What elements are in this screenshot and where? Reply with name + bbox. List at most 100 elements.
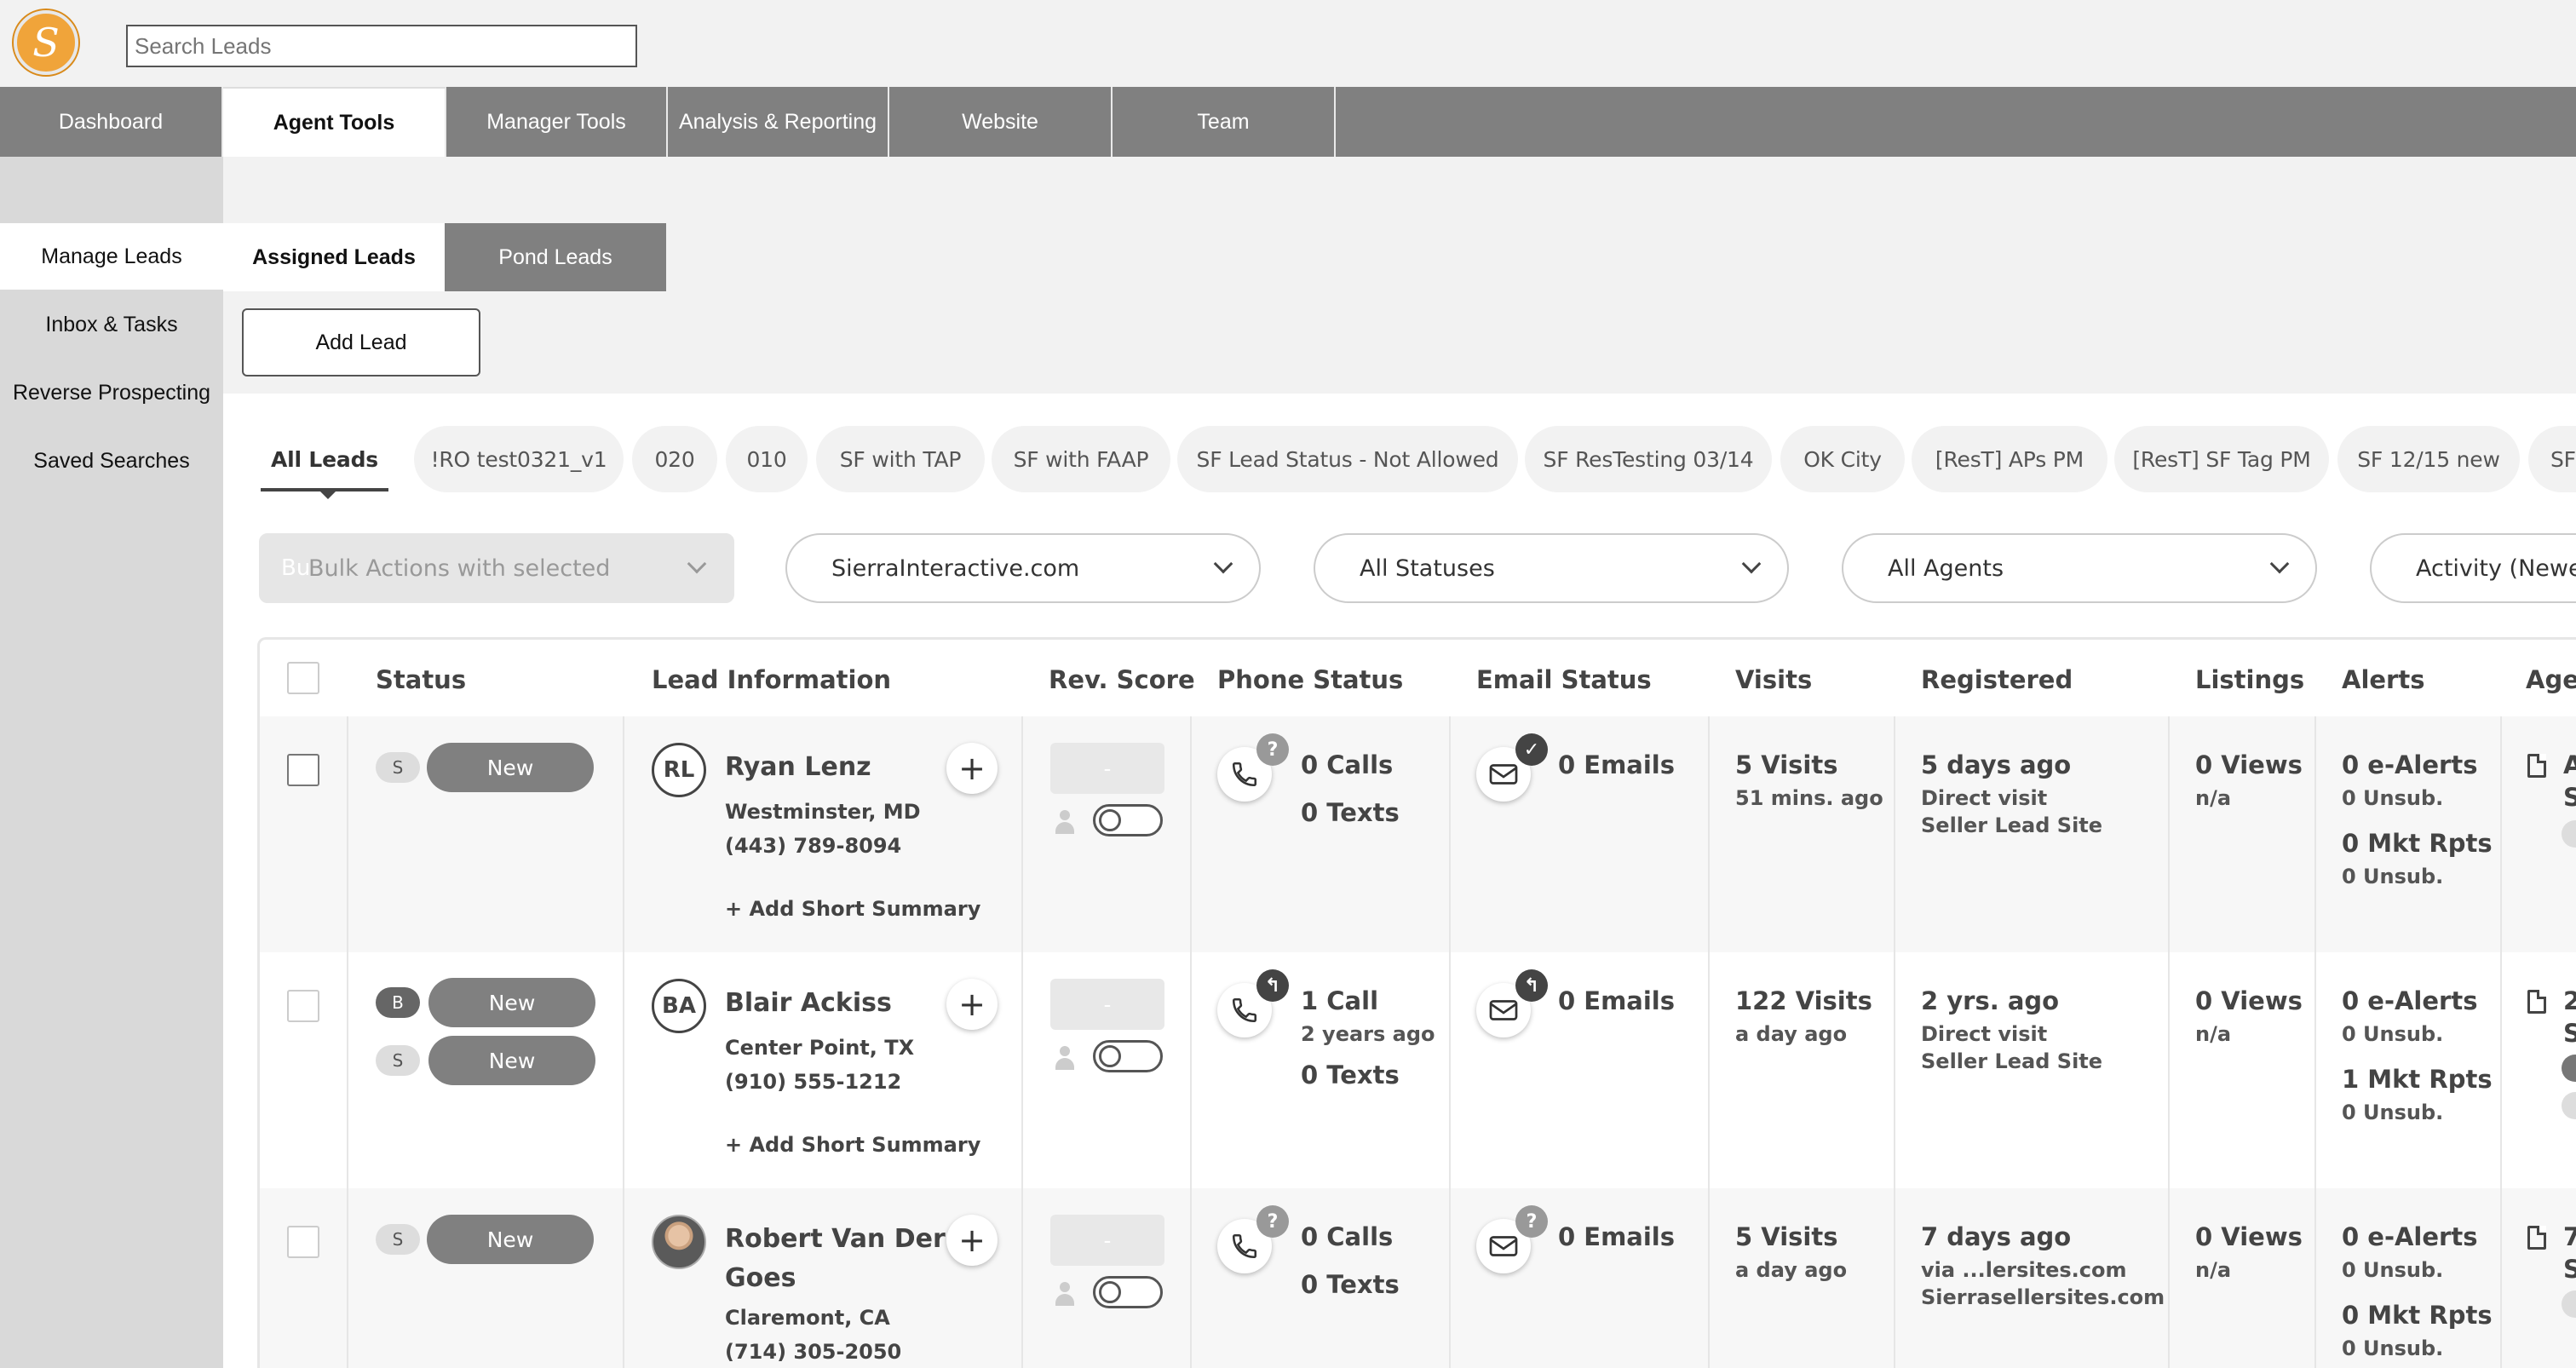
- market-reports-unsub: 0 Unsub.: [2342, 865, 2444, 888]
- lead-type-badge: B: [376, 987, 420, 1018]
- column-header-registered[interactable]: Registered: [1921, 665, 2073, 694]
- lead-type-badge: S: [376, 1224, 420, 1255]
- status-pill[interactable]: New: [427, 743, 594, 792]
- sidebar-item-reverse-prospecting[interactable]: Reverse Prospecting: [0, 359, 223, 426]
- status-pill[interactable]: New: [428, 1036, 595, 1085]
- sidebar-item-inbox-tasks[interactable]: Inbox & Tasks: [0, 291, 223, 358]
- listing-views-sub: n/a: [2195, 1258, 2232, 1282]
- column-header-alerts[interactable]: Alerts: [2342, 665, 2424, 694]
- add-lead-button[interactable]: Add Lead: [242, 308, 480, 376]
- column-header-email-status[interactable]: Email Status: [1476, 665, 1652, 694]
- last-visit-time: a day ago: [1735, 1258, 1848, 1282]
- sidebar-item-manage-leads[interactable]: Manage Leads: [0, 223, 223, 290]
- chip-saved-view[interactable]: 010: [726, 426, 808, 492]
- agent-sub-partial: S: [2563, 783, 2576, 812]
- agent-select[interactable]: All Agents: [1842, 533, 2317, 603]
- add-action-button[interactable]: +: [946, 979, 998, 1030]
- avatar: BA: [652, 979, 706, 1033]
- chip-saved-view[interactable]: SF Lead Status - Not Allowed: [1177, 426, 1518, 492]
- add-action-button[interactable]: +: [946, 1215, 998, 1266]
- listing-views: 0 Views: [2195, 1222, 2303, 1251]
- nav-tab-dashboard[interactable]: Dashboard: [0, 87, 223, 157]
- column-header-status[interactable]: Status: [376, 665, 466, 694]
- sort-select[interactable]: Activity (Newe: [2370, 533, 2576, 603]
- lead-name-continued[interactable]: Goes: [725, 1263, 796, 1293]
- rev-score-toggle[interactable]: [1093, 1040, 1163, 1072]
- texts-count: 0 Texts: [1301, 1270, 1400, 1299]
- phone-icon: [1232, 997, 1257, 1023]
- column-header-lead-information[interactable]: Lead Information: [652, 665, 891, 694]
- nav-tab-manager-tools[interactable]: Manager Tools: [446, 87, 668, 157]
- add-short-summary-link[interactable]: + Add Short Summary: [725, 1133, 980, 1157]
- nav-tab-analysis-reporting[interactable]: Analysis & Reporting: [668, 87, 889, 157]
- registration-site: Sierrasellersites.com: [1921, 1285, 2165, 1309]
- agent-name-partial: 2: [2563, 986, 2576, 1015]
- select-all-checkbox[interactable]: [287, 662, 319, 694]
- chip-all-leads[interactable]: All Leads: [261, 426, 388, 492]
- column-divider: [1708, 716, 1710, 1368]
- row-checkbox[interactable]: [287, 990, 319, 1022]
- emails-count: 0 Emails: [1558, 986, 1676, 1015]
- column-header-phone-status[interactable]: Phone Status: [1217, 665, 1403, 694]
- search-leads-input[interactable]: [126, 25, 637, 67]
- status-select[interactable]: All Statuses: [1314, 533, 1789, 603]
- rev-score-toggle[interactable]: [1093, 804, 1163, 836]
- lead-name[interactable]: Ryan Lenz: [725, 752, 871, 782]
- listing-views: 0 Views: [2195, 986, 2303, 1015]
- toggle-knob: [1099, 1045, 1121, 1067]
- website-select[interactable]: SierraInteractive.com: [785, 533, 1261, 603]
- column-header-agent[interactable]: Agen: [2526, 665, 2576, 694]
- status-pill[interactable]: New: [427, 1215, 594, 1264]
- lead-type-badge: S: [376, 752, 420, 783]
- leads-table: Status Lead Information Rev. Score Phone…: [257, 637, 2576, 1368]
- registration-source: Direct visit: [1921, 1022, 2048, 1046]
- outgoing-call-icon: ↰: [1256, 969, 1289, 1002]
- column-divider: [1021, 716, 1023, 1368]
- lead-location: Claremont, CA: [725, 1306, 890, 1330]
- tab-assigned-leads[interactable]: Assigned Leads: [223, 223, 445, 291]
- chip-saved-view[interactable]: !RO test0321_v1: [414, 426, 624, 492]
- column-header-visits[interactable]: Visits: [1735, 665, 1812, 694]
- chip-saved-view[interactable]: SF 12/15 new: [2337, 426, 2520, 492]
- person-icon: [1055, 1282, 1074, 1306]
- chip-saved-view[interactable]: OK City: [1780, 426, 1905, 492]
- add-short-summary-link[interactable]: + Add Short Summary: [725, 897, 980, 921]
- lead-name[interactable]: Blair Ackiss: [725, 988, 892, 1018]
- registration-site: Seller Lead Site: [1921, 1049, 2103, 1073]
- listing-views-sub: n/a: [2195, 1022, 2232, 1046]
- lead-name[interactable]: Robert Van Der: [725, 1224, 946, 1254]
- row-checkbox[interactable]: [287, 754, 319, 786]
- agent-sub-partial: S: [2563, 1019, 2576, 1048]
- status-pill[interactable]: New: [428, 978, 595, 1027]
- chip-saved-view[interactable]: [ResT] SF Tag PM: [2114, 426, 2329, 492]
- chip-saved-view[interactable]: SF ResTesting 03/14: [1525, 426, 1772, 492]
- chevron-down-icon: [2269, 554, 2290, 574]
- chip-saved-view[interactable]: [ResT] APs PM: [1912, 426, 2107, 492]
- sierra-logo[interactable]: S: [14, 10, 78, 75]
- row-checkbox[interactable]: [287, 1226, 319, 1258]
- nav-tab-agent-tools[interactable]: Agent Tools: [223, 87, 446, 157]
- sidebar-item-saved-searches[interactable]: Saved Searches: [0, 428, 223, 494]
- envelope-icon: [1489, 764, 1518, 785]
- registration-source: via ...lersites.com: [1921, 1258, 2127, 1282]
- emails-count: 0 Emails: [1558, 1222, 1676, 1251]
- bulk-actions-select[interactable]: Bu Bulk Actions with selected: [259, 533, 734, 603]
- listing-views: 0 Views: [2195, 750, 2303, 779]
- rev-score-value: -: [1050, 1215, 1164, 1266]
- nav-tab-website[interactable]: Website: [889, 87, 1113, 157]
- texts-count: 0 Texts: [1301, 1060, 1400, 1089]
- add-action-button[interactable]: +: [946, 743, 998, 794]
- lead-phone: (443) 789-8094: [725, 834, 902, 858]
- chip-saved-view[interactable]: SF with FAAP: [992, 426, 1170, 492]
- tab-pond-leads[interactable]: Pond Leads: [445, 223, 666, 291]
- column-header-rev-score[interactable]: Rev. Score: [1049, 665, 1195, 694]
- column-header-listings[interactable]: Listings: [2195, 665, 2304, 694]
- nav-tab-team[interactable]: Team: [1113, 87, 1336, 157]
- last-visit-time: a day ago: [1735, 1022, 1848, 1046]
- rev-score-toggle[interactable]: [1093, 1276, 1163, 1308]
- chip-saved-view[interactable]: 020: [632, 426, 717, 492]
- chip-saved-view[interactable]: SF with TAP: [816, 426, 985, 492]
- sidebar: Manage Leads Inbox & Tasks Reverse Prosp…: [0, 157, 223, 1368]
- outgoing-email-icon: ↰: [1515, 969, 1548, 1002]
- lead-phone: (910) 555-1212: [725, 1070, 902, 1094]
